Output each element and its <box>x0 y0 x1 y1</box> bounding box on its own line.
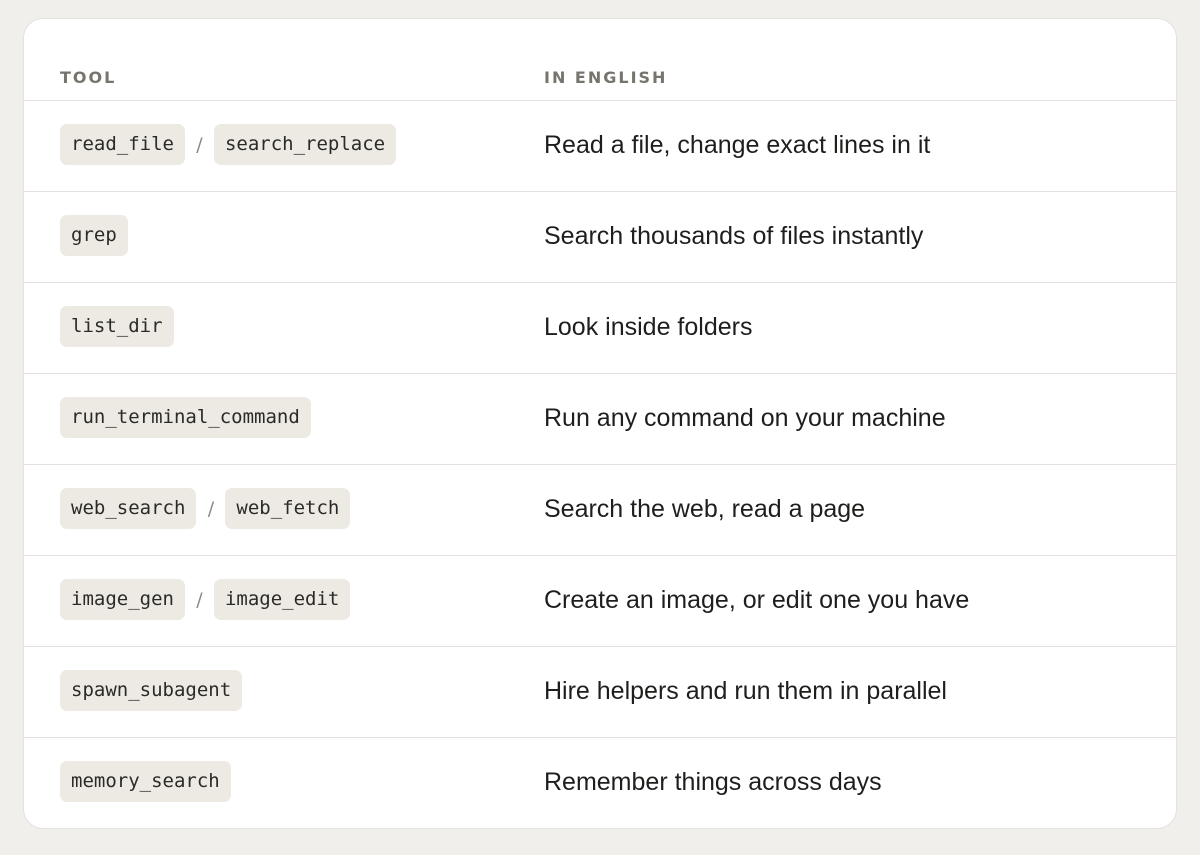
tool-chip: run_terminal_command <box>60 397 311 438</box>
description-cell: Hire helpers and run them in parallel <box>544 677 947 705</box>
table-row: read_file / search_replace Read a file, … <box>24 101 1176 192</box>
table-row: memory_search Remember things across day… <box>24 738 1176 828</box>
description-cell: Read a file, change exact lines in it <box>544 131 931 159</box>
description-cell: Create an image, or edit one you have <box>544 586 970 614</box>
tool-chip: web_fetch <box>225 488 351 529</box>
tools-table: TOOL IN ENGLISH read_file / search_repla… <box>23 18 1177 829</box>
tool-chip: search_replace <box>213 124 397 165</box>
table-header: TOOL IN ENGLISH <box>24 19 1176 101</box>
description-cell: Search the web, read a page <box>544 495 866 523</box>
tool-separator: / <box>196 133 203 156</box>
tool-separator: / <box>196 588 203 611</box>
tool-chip: memory_search <box>60 761 231 802</box>
table-row: spawn_subagent Hire helpers and run them… <box>24 647 1176 738</box>
tool-separator: / <box>207 497 215 520</box>
table-row: run_terminal_command Run any command on … <box>24 374 1176 465</box>
table-row: list_dir Look inside folders <box>24 283 1176 374</box>
description-cell: Search thousands of files instantly <box>544 222 924 250</box>
description-cell: Look inside folders <box>544 313 753 341</box>
tool-cell: memory_search <box>60 761 231 802</box>
tool-chip: web_search <box>60 488 197 529</box>
column-header-in-english: IN ENGLISH <box>544 68 668 87</box>
tool-cell: web_search / web_fetch <box>60 488 351 529</box>
description-cell: Run any command on your machine <box>544 404 946 432</box>
column-header-tool: TOOL <box>60 68 117 87</box>
description-cell: Remember things across days <box>544 768 882 796</box>
tool-cell: grep <box>60 215 128 256</box>
tool-chip: list_dir <box>60 306 174 347</box>
tool-cell: spawn_subagent <box>60 670 243 711</box>
tool-chip: read_file <box>60 124 185 165</box>
tool-chip: spawn_subagent <box>60 670 243 711</box>
tool-chip: image_gen <box>60 579 185 620</box>
tool-chip: grep <box>60 215 128 256</box>
tool-cell: run_terminal_command <box>60 397 311 438</box>
tool-cell: image_gen / image_edit <box>60 579 351 620</box>
tool-chip: image_edit <box>213 579 351 620</box>
table-row: grep Search thousands of files instantly <box>24 192 1176 283</box>
tool-cell: read_file / search_replace <box>60 124 397 165</box>
tool-cell: list_dir <box>60 306 174 347</box>
table-row: image_gen / image_edit Create an image, … <box>24 556 1176 647</box>
table-row: web_search / web_fetch Search the web, r… <box>24 465 1176 556</box>
